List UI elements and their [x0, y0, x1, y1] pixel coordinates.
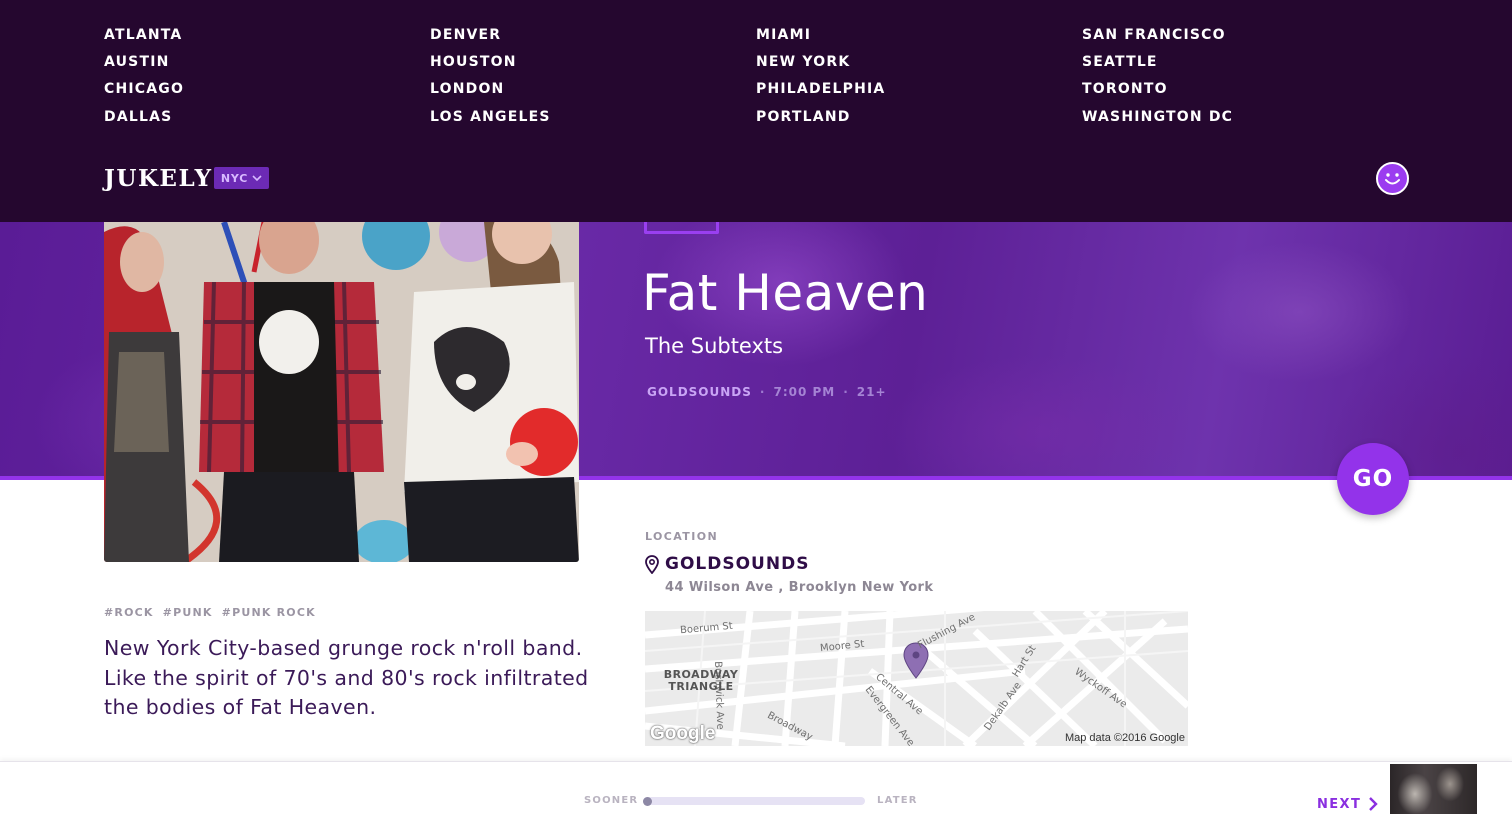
next-event-button[interactable]: NEXT: [1317, 796, 1378, 812]
city-link[interactable]: SEATTLE: [1082, 53, 1233, 80]
city-link[interactable]: DALLAS: [104, 108, 184, 135]
city-link[interactable]: WASHINGTON DC: [1082, 108, 1233, 135]
chevron-down-icon: [252, 174, 262, 181]
city-link[interactable]: CHICAGO: [104, 80, 184, 107]
city-link[interactable]: TORONTO: [1082, 80, 1233, 107]
city-link[interactable]: AUSTIN: [104, 53, 184, 80]
event-badge-outline: [644, 222, 719, 234]
slider-sooner-label: SOONER: [584, 795, 639, 806]
top-navigation: ATLANTA AUSTIN CHICAGO DALLAS DENVER HOU…: [0, 0, 1512, 222]
genre-tag[interactable]: #PUNK ROCK: [222, 606, 316, 619]
meta-separator: ·: [843, 385, 849, 399]
google-logo: Google: [650, 723, 716, 744]
genre-tag[interactable]: #PUNK: [163, 606, 213, 619]
location-venue[interactable]: GOLDSOUNDS: [645, 554, 809, 574]
event-time: 7:00 PM: [773, 385, 836, 399]
slider-later-label: LATER: [877, 795, 918, 806]
city-link[interactable]: ATLANTA: [104, 26, 184, 53]
time-slider[interactable]: [643, 796, 865, 806]
location-venue-name: GOLDSOUNDS: [665, 554, 810, 574]
smiley-face-icon[interactable]: [1376, 162, 1409, 195]
city-column-2: DENVER HOUSTON LONDON LOS ANGELES: [430, 26, 551, 135]
city-column-3: MIAMI NEW YORK PHILADELPHIA PORTLAND: [756, 26, 885, 135]
go-button[interactable]: GO: [1337, 443, 1409, 515]
city-link[interactable]: LONDON: [430, 80, 551, 107]
city-column-4: SAN FRANCISCO SEATTLE TORONTO WASHINGTON…: [1082, 26, 1233, 135]
jukely-logo[interactable]: JUKELY: [104, 164, 213, 192]
next-event-thumbnail[interactable]: [1390, 764, 1477, 814]
map-area-label: BROADWAY TRIANGLE: [663, 668, 739, 693]
city-link[interactable]: PORTLAND: [756, 108, 885, 135]
city-select-dropdown[interactable]: NYC: [214, 167, 269, 189]
map-pin-icon: [645, 554, 659, 574]
city-link[interactable]: HOUSTON: [430, 53, 551, 80]
city-link[interactable]: MIAMI: [756, 26, 885, 53]
next-label: NEXT: [1317, 796, 1362, 812]
city-select-label: NYC: [220, 171, 249, 185]
city-link[interactable]: DENVER: [430, 26, 551, 53]
city-link[interactable]: SAN FRANCISCO: [1082, 26, 1233, 53]
event-age-limit: 21+: [856, 385, 887, 399]
bottom-bar: SOONER LATER NEXT: [0, 761, 1512, 814]
time-slider-thumb[interactable]: [643, 796, 652, 806]
map-attribution: Map data ©2016 Google: [1064, 732, 1185, 744]
city-link[interactable]: PHILADELPHIA: [756, 80, 885, 107]
location-map[interactable]: Boerum St Moore St Flushing Ave Central …: [645, 611, 1188, 746]
event-meta: GOLDSOUNDS · 7:00 PM · 21+: [647, 385, 887, 399]
band-photo: [104, 222, 579, 562]
event-title: Fat Heaven: [642, 264, 929, 322]
event-support-act: The Subtexts: [645, 334, 784, 358]
chevron-right-icon: [1369, 797, 1378, 811]
location-label: LOCATION: [645, 530, 719, 543]
event-description: New York City-based grunge rock n'roll b…: [104, 636, 589, 719]
genre-tag[interactable]: #ROCK: [104, 606, 154, 619]
location-address: 44 Wilson Ave , Brooklyn New York: [665, 580, 934, 595]
genre-tags: #ROCK #PUNK #PUNK ROCK: [104, 606, 320, 619]
city-link[interactable]: NEW YORK: [756, 53, 885, 80]
event-venue-link[interactable]: GOLDSOUNDS: [647, 385, 752, 399]
meta-separator: ·: [759, 385, 766, 399]
city-link[interactable]: LOS ANGELES: [430, 108, 551, 135]
city-column-1: ATLANTA AUSTIN CHICAGO DALLAS: [104, 26, 184, 135]
